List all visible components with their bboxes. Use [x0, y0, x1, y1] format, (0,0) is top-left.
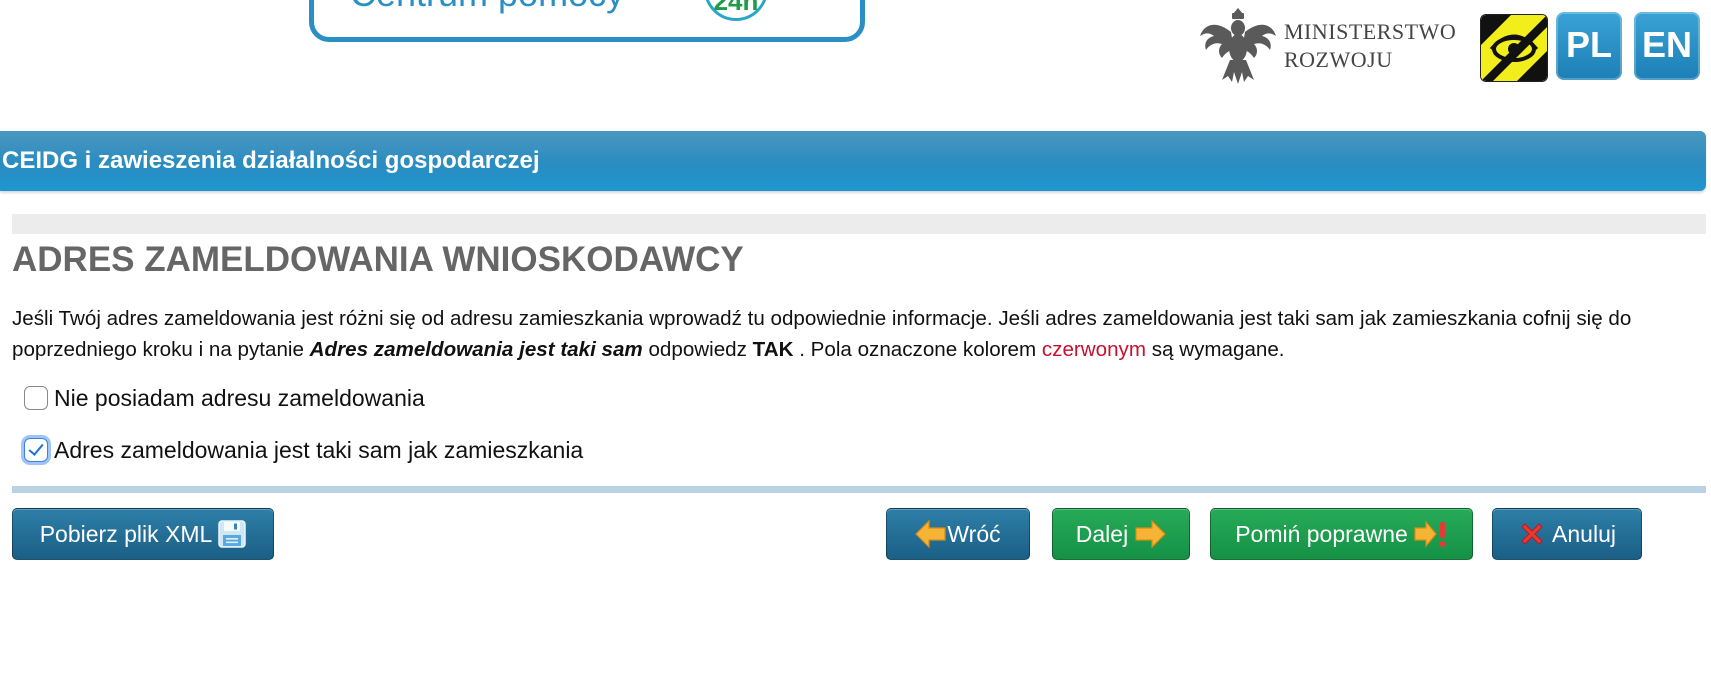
no-registration-address-label[interactable]: Nie posiadam adresu zameldowania [54, 385, 425, 412]
cancel-button[interactable]: Anuluj [1492, 508, 1642, 560]
high-contrast-button[interactable] [1480, 14, 1548, 82]
help-24h-text: 24h [713, 0, 759, 16]
instructions-text: Jeśli Twój adres zameldowania jest różni… [12, 303, 1702, 365]
skip-valid-label: Pomiń poprawne [1235, 520, 1408, 547]
help-center-banner[interactable]: Centrum pomocy 24h [309, 0, 865, 42]
ministry-name: MINISTERSTWO ROZWOJU [1284, 18, 1456, 74]
back-label: Wróć [947, 520, 1001, 547]
service-title: CEIDG i zawieszenia działalności gospoda… [2, 147, 540, 174]
help-center-label: Centrum pomocy [350, 0, 624, 15]
floppy-disk-icon [218, 520, 247, 548]
language-en-button[interactable]: EN [1634, 12, 1700, 80]
required-color-word: czerwonym [1041, 338, 1147, 361]
form-divider [12, 486, 1706, 493]
same-as-residence-label[interactable]: Adres zameldowania jest taki sam jak zam… [54, 437, 583, 464]
instructions-part-2: odpowiedz [642, 338, 753, 361]
help-24h-badge: 24h [704, 0, 768, 21]
eagle-emblem-icon [1200, 8, 1276, 84]
ministry-line-1: MINISTERSTWO [1284, 19, 1457, 44]
language-pl-button[interactable]: PL [1556, 12, 1622, 80]
instructions-part-3: . Pola oznaczone kolorem [793, 338, 1042, 361]
download-xml-button[interactable]: Pobierz plik XML [12, 508, 274, 560]
skip-valid-button[interactable]: Pomiń poprawne [1210, 508, 1473, 560]
close-icon [1521, 523, 1543, 545]
cancel-label: Anuluj [1552, 520, 1616, 547]
instructions-part-4: są wymagane. [1146, 338, 1285, 361]
instructions-emphasis: Adres zameldowania jest taki sam [309, 338, 643, 361]
service-title-bar: CEIDG i zawieszenia działalności gospoda… [0, 131, 1706, 191]
no-registration-address-checkbox[interactable] [24, 386, 48, 410]
eye-contrast-icon [1481, 15, 1547, 81]
arrow-right-icon [1135, 520, 1167, 548]
page-title: ADRES ZAMELDOWANIA WNIOSKODAWCY [12, 240, 744, 279]
arrow-exclamation-icon [1414, 520, 1446, 548]
same-as-residence-checkbox[interactable] [24, 438, 48, 462]
divider-strip [12, 214, 1706, 234]
no-registration-address-option[interactable]: Nie posiadam adresu zameldowania [24, 383, 425, 413]
arrow-left-icon [915, 520, 946, 548]
next-label: Dalej [1075, 520, 1129, 547]
instructions-tak: TAK [752, 338, 794, 361]
same-as-residence-option[interactable]: Adres zameldowania jest taki sam jak zam… [24, 435, 583, 465]
ministry-logo[interactable]: MINISTERSTWO ROZWOJU [1196, 2, 1476, 90]
download-xml-label: Pobierz plik XML [39, 520, 213, 547]
next-button[interactable]: Dalej [1052, 508, 1190, 560]
ministry-line-2: ROZWOJU [1284, 47, 1393, 72]
back-button[interactable]: Wróć [886, 508, 1030, 560]
